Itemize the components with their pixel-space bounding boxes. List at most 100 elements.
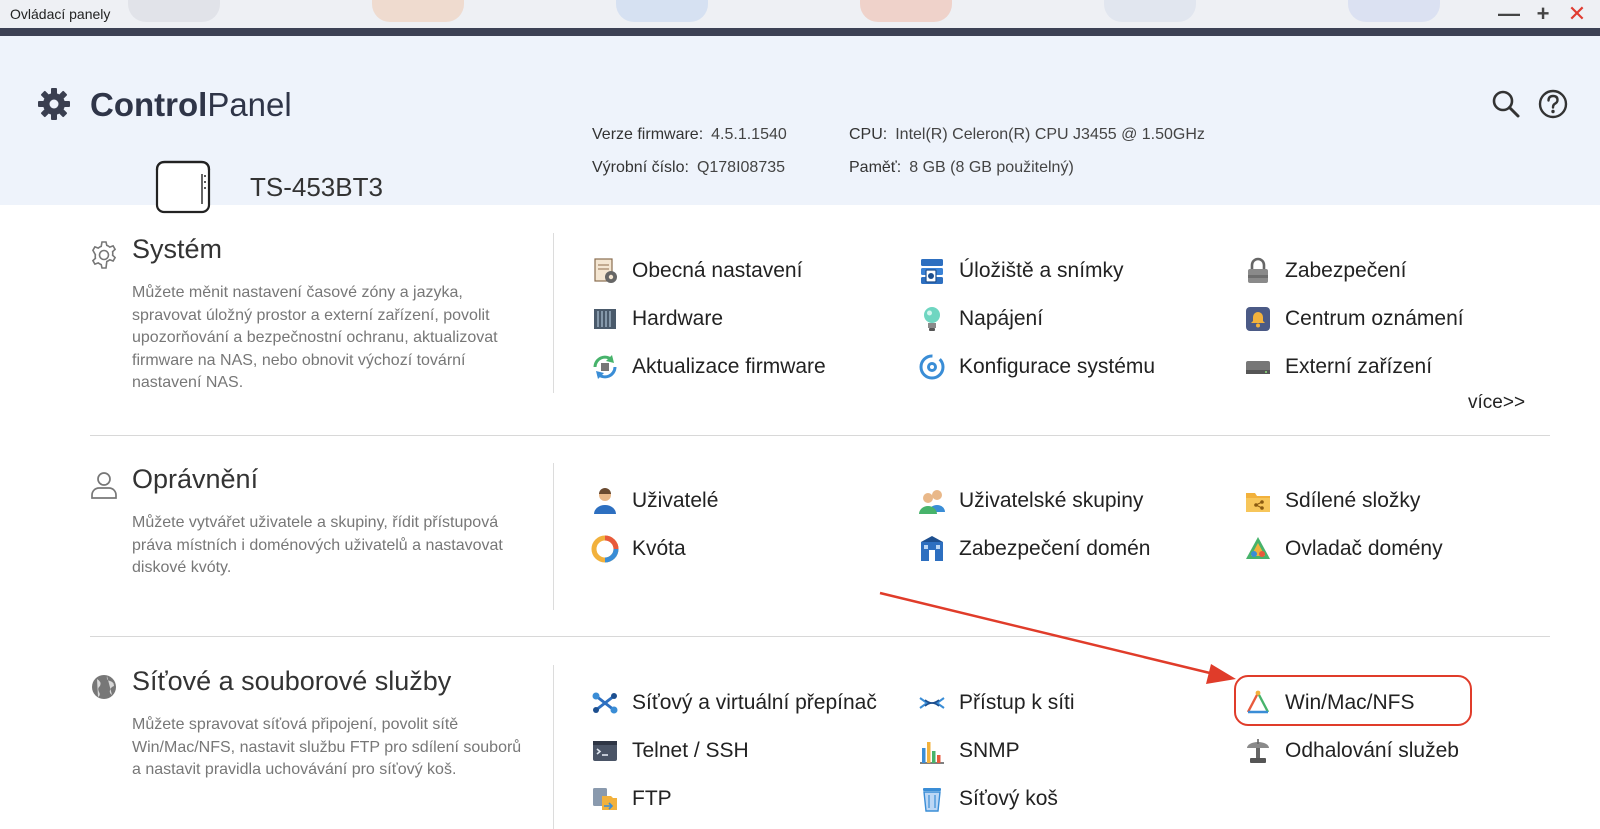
section-title-permissions: Oprávnění — [132, 464, 259, 494]
item-system-config[interactable]: Konfigurace systému — [917, 350, 1155, 384]
taskbar-ghost-icons — [0, 0, 1600, 28]
external-device-icon — [1246, 361, 1270, 374]
item-label: Odhalování služeb — [1285, 739, 1459, 762]
item-external-device[interactable]: Externí zařízení — [1243, 350, 1432, 384]
service-discovery-icon — [1247, 739, 1269, 763]
section-desc-system: Můžete měnit nastavení časové zóny a jaz… — [132, 284, 498, 391]
item-label: Sdílené složky — [1285, 489, 1421, 512]
section-divider — [90, 636, 1550, 637]
firmware-label: Verze firmware: — [592, 126, 704, 143]
section-divider — [90, 435, 1550, 436]
control-panel-header: ControlPanel TS-453BT3 Verze firmware: 4.… — [0, 36, 1600, 214]
hardware-icon — [594, 309, 616, 329]
power-bulb-icon — [924, 307, 940, 331]
column-divider — [553, 233, 554, 393]
window-titlebar: Ovládací panely — + ✕ — [0, 0, 1600, 28]
item-label: Uživatelé — [632, 489, 719, 512]
recycle-bin-icon — [923, 788, 941, 812]
item-security[interactable]: Zabezpečení — [1243, 254, 1406, 288]
item-label: Aktualizace firmware — [632, 355, 826, 378]
quota-icon — [591, 535, 619, 563]
item-storage-snapshots[interactable]: Úložiště a snímky — [917, 254, 1124, 288]
item-label: Externí zařízení — [1285, 355, 1433, 378]
item-user-groups[interactable]: Uživatelské skupiny — [917, 484, 1143, 518]
window-title: Ovládací panely — [10, 6, 111, 22]
item-label: Zabezpečení — [1285, 259, 1407, 282]
snmp-chart-icon — [920, 742, 944, 764]
item-shared-folders[interactable]: Sdílené složky — [1243, 484, 1420, 518]
annotation-highlight-box — [1234, 675, 1472, 726]
memory-label: Paměť: — [849, 159, 902, 176]
column-divider — [553, 665, 554, 829]
search-icon[interactable] — [1490, 88, 1522, 120]
user-outline-icon — [91, 472, 117, 499]
titlebar-divider — [0, 28, 1600, 36]
shared-folder-icon — [1246, 493, 1270, 512]
item-hardware[interactable]: Hardware — [590, 302, 723, 336]
cpu-label: CPU: — [849, 126, 888, 143]
item-snmp[interactable]: SNMP — [917, 734, 1020, 768]
item-network-access[interactable]: Přístup k síti — [917, 686, 1075, 720]
storage-snapshots-icon — [921, 259, 943, 284]
section-desc-permissions: Můžete vytvářet uživatele a skupiny, říd… — [132, 514, 503, 576]
item-label: Přístup k síti — [959, 691, 1075, 714]
item-label: Napájení — [959, 307, 1044, 330]
item-label: Zabezpečení domén — [959, 537, 1151, 560]
minimize-button[interactable]: — — [1497, 3, 1521, 25]
serial-value: Q178I08735 — [696, 159, 786, 176]
user-icon — [594, 488, 616, 514]
item-label: Telnet / SSH — [632, 739, 749, 762]
item-ftp[interactable]: FTP — [590, 782, 672, 816]
device-model: TS-453BT3 — [250, 172, 383, 202]
app-brand-title: ControlPanel — [90, 86, 292, 124]
item-label: Hardware — [632, 307, 724, 330]
item-label: FTP — [632, 787, 672, 810]
memory-value: 8 GB (8 GB použitelný) — [909, 159, 1074, 176]
item-firmware-update[interactable]: Aktualizace firmware — [590, 350, 826, 384]
item-label: SNMP — [959, 739, 1020, 762]
network-access-icon — [919, 697, 945, 709]
ftp-icon — [593, 788, 617, 810]
domain-security-icon — [921, 536, 943, 561]
serial-info: Výrobní číslo: Q178I08735 — [592, 159, 785, 177]
settings-gear-icon — [91, 241, 117, 269]
item-recycle-bin[interactable]: Síťový koš — [917, 782, 1058, 816]
item-label: Centrum oznámení — [1285, 307, 1464, 330]
firmware-info: Verze firmware: 4.5.1.1540 — [592, 126, 787, 144]
item-service-discovery[interactable]: Odhalování služeb — [1243, 734, 1459, 768]
item-domain-controller[interactable]: Ovladač domény — [1243, 532, 1443, 566]
notification-center-icon — [1246, 307, 1270, 331]
help-icon[interactable] — [1537, 88, 1569, 120]
brand-bold-text: Control — [90, 86, 208, 123]
user-groups-icon — [919, 490, 945, 514]
item-label: Síťový a virtuální přepínač — [632, 691, 877, 714]
cpu-info: CPU: Intel(R) Celeron(R) CPU J3455 @ 1.50… — [849, 126, 1205, 144]
gear-icon — [38, 88, 70, 120]
close-button[interactable]: ✕ — [1565, 3, 1589, 25]
item-quota[interactable]: Kvóta — [590, 532, 686, 566]
item-users[interactable]: Uživatelé — [590, 484, 718, 518]
more-link[interactable]: více>> — [1468, 392, 1525, 414]
item-general-settings[interactable]: Obecná nastavení — [590, 254, 802, 288]
nas-device-icon — [155, 160, 211, 214]
globe-icon — [92, 675, 116, 699]
firmware-value: 4.5.1.1540 — [711, 126, 787, 143]
item-label: Síťový koš — [959, 787, 1058, 810]
item-domain-security[interactable]: Zabezpečení domén — [917, 532, 1150, 566]
item-network-switch[interactable]: Síťový a virtuální přepínač — [590, 686, 877, 720]
general-settings-icon — [594, 258, 617, 283]
section-desc-network: Můžete spravovat síťová připojení, povol… — [132, 716, 522, 778]
section-title-system: Systém — [132, 234, 223, 264]
section-title-network: Síťové a souborové služby — [132, 666, 452, 696]
item-label: Úložiště a snímky — [959, 259, 1124, 282]
system-config-icon — [919, 354, 945, 380]
item-notification-center[interactable]: Centrum oznámení — [1243, 302, 1464, 336]
maximize-button[interactable]: + — [1531, 3, 1555, 25]
item-power[interactable]: Napájení — [917, 302, 1043, 336]
item-telnet-ssh[interactable]: Telnet / SSH — [590, 734, 749, 768]
network-switch-icon — [592, 692, 618, 714]
item-label: Ovladač domény — [1285, 537, 1443, 560]
memory-info: Paměť: 8 GB (8 GB použitelný) — [849, 159, 1074, 177]
terminal-icon — [593, 741, 617, 761]
item-label: Kvóta — [632, 537, 686, 560]
